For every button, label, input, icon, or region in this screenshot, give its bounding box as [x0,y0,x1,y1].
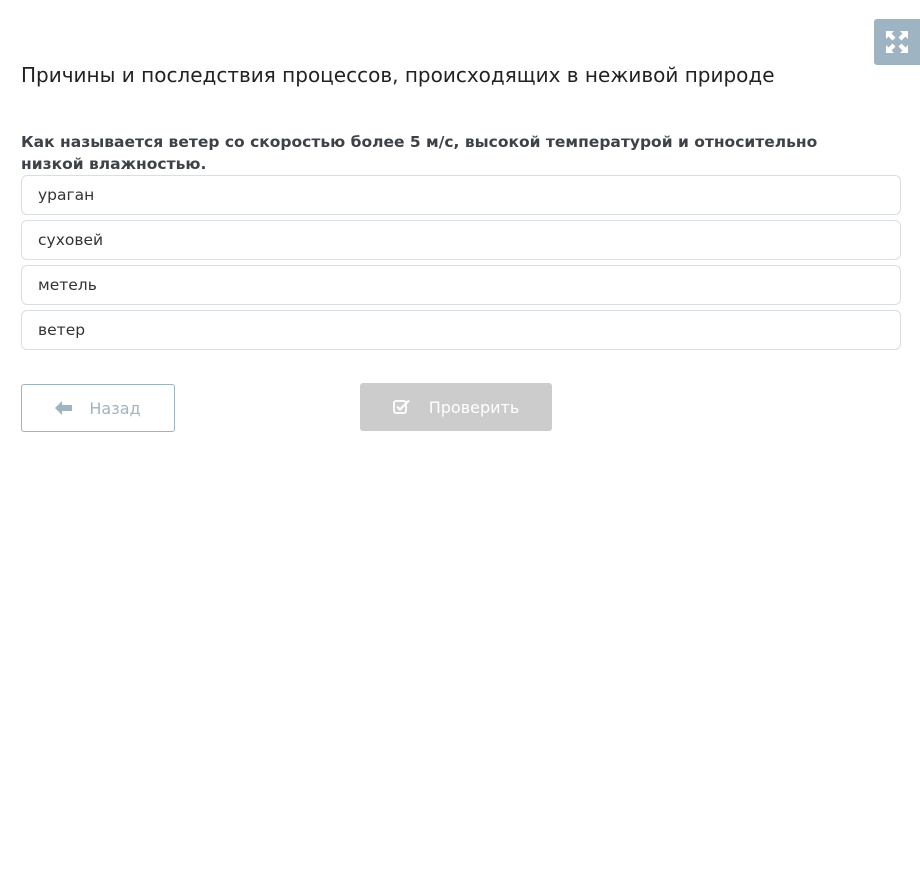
answer-option-label: суховей [38,231,104,249]
check-button[interactable]: Проверить [360,383,552,431]
answer-option[interactable]: метель [21,265,901,305]
page-title: Причины и последствия процессов, происхо… [21,63,775,87]
check-button-label: Проверить [428,397,520,417]
expand-icon [886,31,908,53]
quiz-page: Причины и последствия процессов, происхо… [0,0,920,870]
answer-option[interactable]: ураган [21,175,901,215]
answer-options: ураган суховей метель ветер [21,175,901,355]
fullscreen-button[interactable] [874,19,920,65]
arrow-left-icon [55,401,73,415]
back-button-label: Назад [89,398,141,418]
question-text: Как называется ветер со скоростью более … [21,133,818,173]
back-button[interactable]: Назад [21,384,175,432]
answer-option-label: ураган [38,186,95,204]
answer-option[interactable]: ветер [21,310,901,350]
checkbox-check-icon [392,399,410,414]
answer-option-label: ветер [38,321,86,339]
answer-option-label: метель [38,276,97,294]
answer-option[interactable]: суховей [21,220,901,260]
